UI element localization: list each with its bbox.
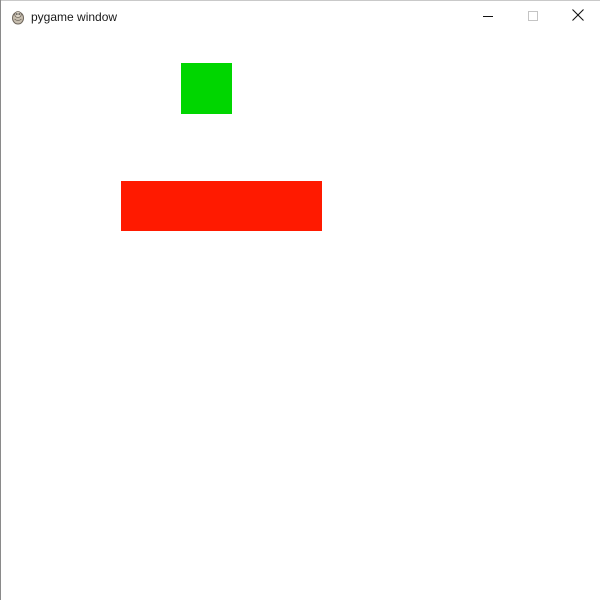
close-button[interactable] [555, 1, 600, 32]
window-title: pygame window [31, 10, 118, 24]
title-bar[interactable]: pygame window [1, 0, 600, 32]
pygame-window: pygame window [0, 0, 600, 600]
minimize-button[interactable] [465, 1, 511, 32]
game-canvas[interactable] [1, 32, 600, 600]
maximize-icon [528, 8, 538, 26]
green-square [181, 63, 232, 114]
pygame-snake-icon [10, 9, 26, 25]
red-rectangle [121, 181, 322, 231]
close-icon [572, 8, 584, 26]
maximize-button[interactable] [510, 1, 556, 32]
minimize-icon [483, 8, 493, 26]
